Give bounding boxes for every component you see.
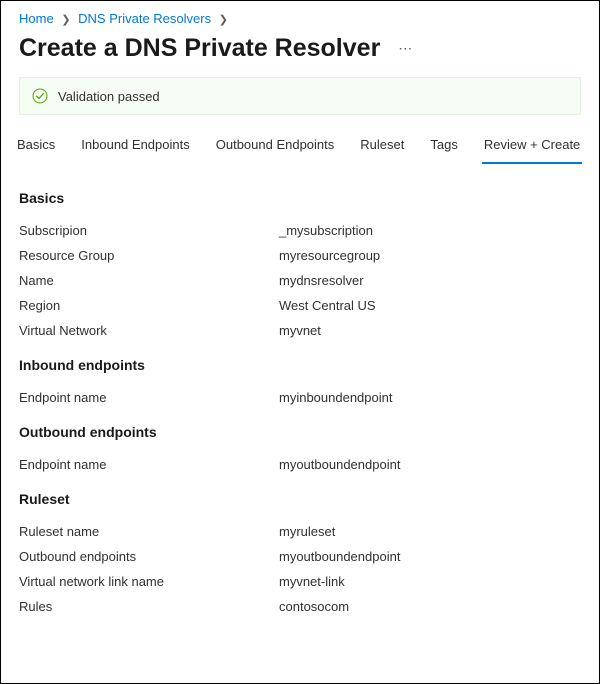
breadcrumb: Home ❯ DNS Private Resolvers ❯ [1,1,599,30]
vnet-link-label: Virtual network link name [19,574,279,589]
name-label: Name [19,273,279,288]
tab-outbound-endpoints[interactable]: Outbound Endpoints [214,129,337,164]
kv-ruleset-name: Ruleset name myruleset [19,519,581,544]
tab-tags[interactable]: Tags [428,129,459,164]
tab-bar: Basics Inbound Endpoints Outbound Endpoi… [1,129,599,164]
chevron-right-icon: ❯ [219,14,228,26]
review-content: Basics Subscripion _mysubscription Resou… [1,164,599,619]
kv-rules: Rules contosocom [19,594,581,619]
ruleset-outbound-label: Outbound endpoints [19,549,279,564]
subscription-label: Subscripion [19,223,279,238]
section-outbound-title: Outbound endpoints [19,424,581,440]
more-options-icon[interactable]: ⋯ [398,40,413,57]
inbound-endpoint-value: myinboundendpoint [279,390,392,405]
region-label: Region [19,298,279,313]
kv-name: Name mydnsresolver [19,268,581,293]
region-value: West Central US [279,298,376,313]
rules-value: contosocom [279,599,349,614]
kv-region: Region West Central US [19,293,581,318]
name-value: mydnsresolver [279,273,364,288]
checkmark-circle-icon [32,88,48,104]
validation-message: Validation passed [58,89,160,104]
kv-ruleset-outbound: Outbound endpoints myoutboundendpoint [19,544,581,569]
kv-vnet-link: Virtual network link name myvnet-link [19,569,581,594]
ruleset-name-value: myruleset [279,524,335,539]
breadcrumb-section-link[interactable]: DNS Private Resolvers [78,11,211,26]
kv-virtual-network: Virtual Network myvnet [19,318,581,343]
kv-resource-group: Resource Group myresourcegroup [19,243,581,268]
subscription-value: _mysubscription [279,223,373,238]
vnet-link-value: myvnet-link [279,574,345,589]
breadcrumb-home-link[interactable]: Home [19,11,54,26]
page-title: Create a DNS Private Resolver [19,34,380,63]
page-header: Create a DNS Private Resolver ⋯ [1,30,599,77]
chevron-right-icon: ❯ [61,14,70,26]
tab-review-create[interactable]: Review + Create [482,129,582,164]
tab-ruleset[interactable]: Ruleset [358,129,406,164]
kv-subscription: Subscripion _mysubscription [19,218,581,243]
resource-group-label: Resource Group [19,248,279,263]
kv-outbound-endpoint: Endpoint name myoutboundendpoint [19,452,581,477]
outbound-endpoint-label: Endpoint name [19,457,279,472]
section-inbound-title: Inbound endpoints [19,357,581,373]
ruleset-outbound-value: myoutboundendpoint [279,549,400,564]
inbound-endpoint-label: Endpoint name [19,390,279,405]
section-ruleset-title: Ruleset [19,491,581,507]
resource-group-value: myresourcegroup [279,248,380,263]
outbound-endpoint-value: myoutboundendpoint [279,457,400,472]
virtual-network-label: Virtual Network [19,323,279,338]
virtual-network-value: myvnet [279,323,321,338]
validation-banner: Validation passed [19,77,581,115]
tab-inbound-endpoints[interactable]: Inbound Endpoints [79,129,191,164]
tab-basics[interactable]: Basics [15,129,57,164]
kv-inbound-endpoint: Endpoint name myinboundendpoint [19,385,581,410]
section-basics-title: Basics [19,190,581,206]
ruleset-name-label: Ruleset name [19,524,279,539]
rules-label: Rules [19,599,279,614]
